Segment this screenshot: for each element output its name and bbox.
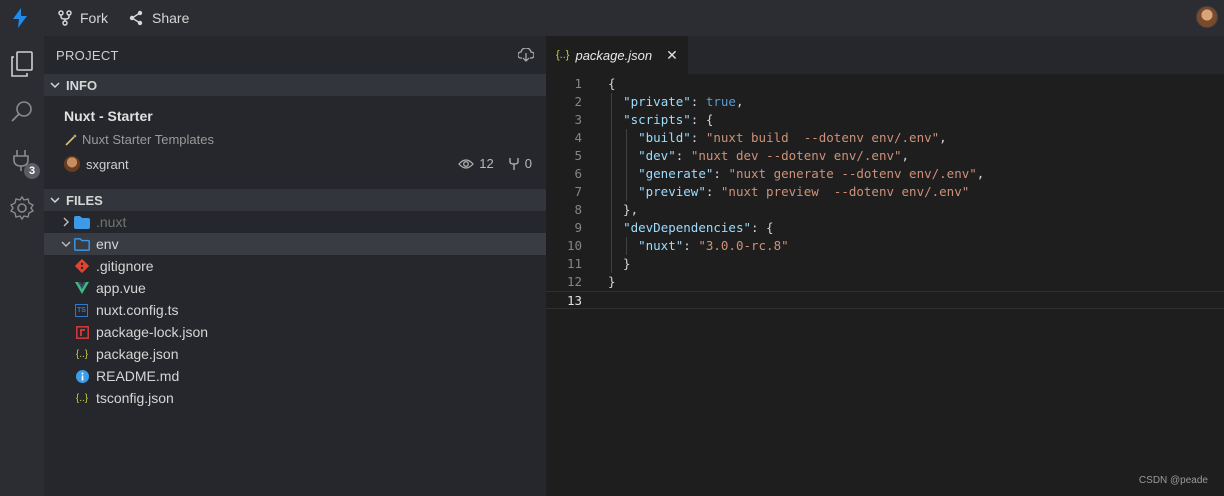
activity-bar: 3 xyxy=(0,36,44,496)
owner-username: sxgrant xyxy=(86,156,129,172)
code-line-current: 13 xyxy=(546,291,1224,309)
forks-stat: 0 xyxy=(508,156,532,171)
folder-open-icon xyxy=(74,236,90,252)
settings-gear-icon[interactable] xyxy=(0,186,44,230)
project-info: Nuxt - Starter Nuxt Starter Templates sx… xyxy=(44,96,546,189)
code-line: 5 "dev": "nuxt dev --dotenv env/.env", xyxy=(574,148,910,163)
extensions-badge: 3 xyxy=(24,163,40,179)
file-tree: .nuxt env .gitignore app.vue TS nuxt.con… xyxy=(44,211,546,409)
files-section-header[interactable]: FILES xyxy=(44,189,546,211)
top-bar: Fork Share xyxy=(0,0,1224,36)
project-name: Nuxt - Starter xyxy=(64,108,153,124)
project-description: Nuxt Starter Templates xyxy=(64,132,546,147)
project-stats: 12 0 xyxy=(458,156,532,171)
folder-icon xyxy=(74,214,90,230)
typescript-icon: TS xyxy=(75,303,88,317)
file-tree-item-env-folder[interactable]: env xyxy=(44,233,546,255)
views-stat: 12 xyxy=(458,156,494,171)
explorer-icon[interactable] xyxy=(0,42,44,86)
cloud-download-icon[interactable] xyxy=(518,48,534,62)
json-icon: {..} xyxy=(75,392,89,404)
watermark: CSDN @peade xyxy=(1138,475,1208,486)
code-line: 12 } xyxy=(566,274,616,289)
extensions-icon[interactable]: 3 xyxy=(0,138,44,182)
code-line: 11 } xyxy=(566,256,631,271)
project-sidebar: PROJECT INFO Nuxt - Starter Nuxt Starter… xyxy=(44,36,546,496)
fork-icon xyxy=(58,10,72,26)
tab-package-json[interactable]: {..} package.json ✕ xyxy=(546,36,688,74)
close-icon[interactable]: ✕ xyxy=(666,47,678,64)
git-icon xyxy=(74,258,90,274)
chevron-right-icon xyxy=(58,216,74,228)
info-section-header[interactable]: INFO xyxy=(44,74,546,96)
fork-label: Fork xyxy=(80,10,108,26)
info-header-label: INFO xyxy=(66,77,98,93)
indent-guide xyxy=(626,237,627,255)
json-icon: {..} xyxy=(556,49,570,61)
user-avatar[interactable] xyxy=(1196,6,1218,28)
chevron-down-icon xyxy=(50,197,60,204)
file-tree-item-package-json[interactable]: {..} package.json xyxy=(44,343,546,365)
sidebar-header: PROJECT xyxy=(44,36,546,74)
code-line: 9 "devDependencies": { xyxy=(574,220,774,235)
code-line: 6 "generate": "nuxt generate --dotenv en… xyxy=(574,166,985,181)
share-icon xyxy=(129,10,143,26)
code-line: 4 "build": "nuxt build --dotenv env/.env… xyxy=(574,130,947,145)
file-tree-item-gitignore[interactable]: .gitignore xyxy=(44,255,546,277)
code-line: 3 "scripts": { xyxy=(574,112,714,127)
search-icon[interactable] xyxy=(0,90,44,134)
code-line: 7 "preview": "nuxt preview --dotenv env/… xyxy=(574,184,970,199)
code-editor: {..} package.json ✕ 1 { 2 "private": tru… xyxy=(546,36,1224,496)
file-tree-item-readme[interactable]: README.md xyxy=(44,365,546,387)
fork-button[interactable]: Fork xyxy=(48,0,118,36)
magic-wand-icon xyxy=(65,133,77,146)
code-area[interactable]: 1 { 2 "private": true, 3 "scripts": { 4 … xyxy=(546,74,1224,309)
code-line: 1 { xyxy=(574,76,616,91)
share-label: Share xyxy=(152,10,190,26)
sidebar-title: PROJECT xyxy=(56,47,119,63)
code-line: 2 "private": true, xyxy=(574,94,744,109)
indent-guide xyxy=(626,129,627,201)
chevron-down-icon xyxy=(58,239,74,249)
code-line: 8 }, xyxy=(574,202,639,217)
npm-icon xyxy=(74,324,90,340)
file-tree-item-package-lock[interactable]: package-lock.json xyxy=(44,321,546,343)
file-tree-item-app-vue[interactable]: app.vue xyxy=(44,277,546,299)
info-icon xyxy=(74,368,90,384)
chevron-down-icon xyxy=(50,82,60,89)
fork-icon xyxy=(509,157,519,170)
vue-icon xyxy=(74,280,90,296)
stackblitz-logo-icon[interactable] xyxy=(0,0,40,36)
file-tree-item-nuxt-config[interactable]: TS nuxt.config.ts xyxy=(44,299,546,321)
json-icon: {..} xyxy=(75,348,89,360)
indent-guide xyxy=(611,93,612,273)
file-tree-item-nuxt-folder[interactable]: .nuxt xyxy=(44,211,546,233)
files-header-label: FILES xyxy=(66,192,103,208)
editor-tab-bar: {..} package.json ✕ xyxy=(546,36,1224,74)
project-owner[interactable]: sxgrant xyxy=(64,156,129,172)
tab-label: package.json xyxy=(575,47,653,63)
code-line: 10 "nuxt": "3.0.0-rc.8" xyxy=(566,238,789,253)
file-tree-item-tsconfig[interactable]: {..} tsconfig.json xyxy=(44,387,546,409)
share-button[interactable]: Share xyxy=(118,0,199,36)
owner-avatar xyxy=(64,156,80,172)
eye-icon xyxy=(458,158,475,169)
